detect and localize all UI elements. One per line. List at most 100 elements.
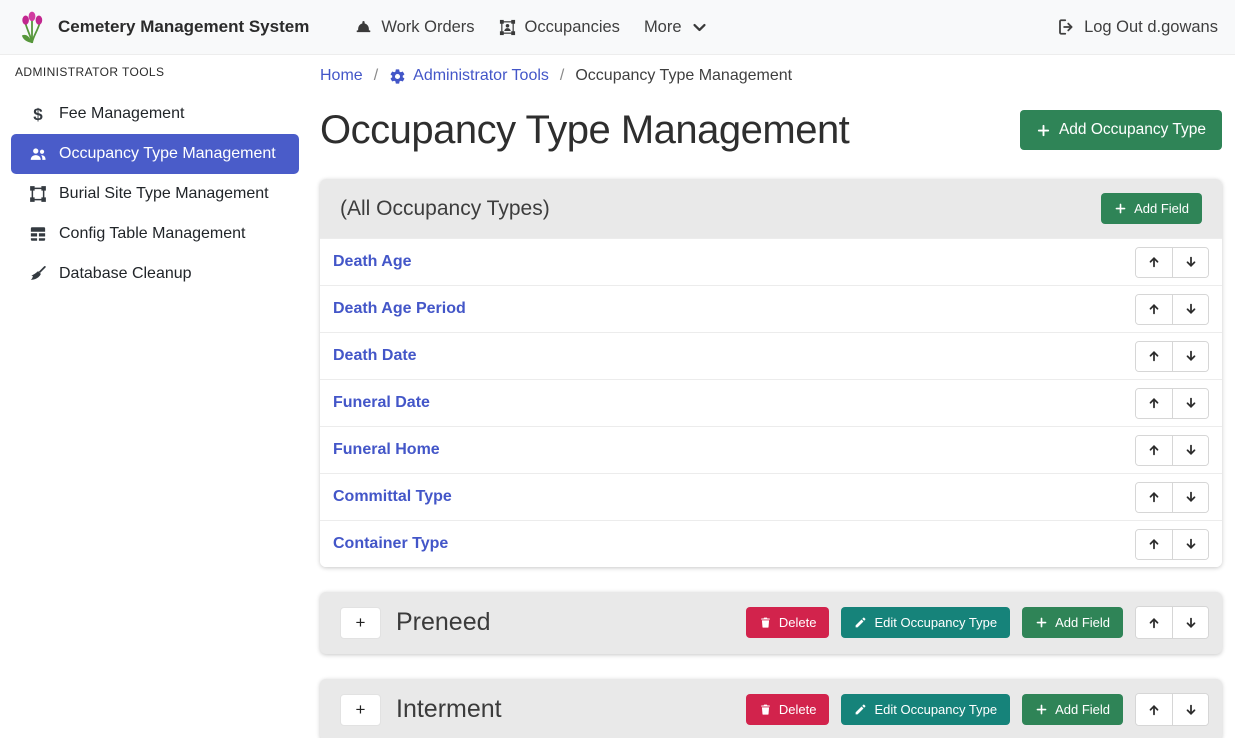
- move-down-button[interactable]: [1172, 342, 1208, 371]
- move-up-button[interactable]: [1136, 295, 1172, 324]
- sidebar-item-label: Database Cleanup: [59, 265, 192, 283]
- section-actions: Delete Edit Occupancy Type Add Field: [746, 693, 1209, 726]
- nav-item-occupancies[interactable]: Occupancies: [499, 18, 620, 37]
- sidebar-item-label: Config Table Management: [59, 225, 246, 243]
- arrow-up-icon: [1147, 490, 1161, 504]
- tulips-logo-icon: [17, 10, 47, 44]
- sidebar-item-occupancy-type-management[interactable]: Occupancy Type Management: [11, 134, 299, 174]
- chevron-down-icon: [691, 19, 708, 36]
- page-header: Occupancy Type Management Add Occupancy …: [320, 103, 1222, 157]
- reorder-buttons: [1135, 247, 1209, 278]
- move-up-button[interactable]: [1136, 483, 1172, 512]
- sign-out-icon: [1057, 18, 1075, 36]
- section-actions: Delete Edit Occupancy Type Add Field: [746, 606, 1209, 639]
- arrow-down-icon: [1184, 703, 1198, 717]
- sidebar-item-label: Fee Management: [59, 105, 184, 123]
- move-down-button[interactable]: [1172, 607, 1208, 638]
- move-up-button[interactable]: [1136, 436, 1172, 465]
- field-link[interactable]: Container Type: [333, 535, 448, 553]
- move-down-button[interactable]: [1172, 389, 1208, 418]
- top-navbar: Cemetery Management System Work Orders Oc…: [0, 0, 1235, 55]
- all-occupancy-types-card: (All Occupancy Types) Add Field Death Ag…: [320, 179, 1222, 567]
- field-row-container-type: Container Type: [320, 520, 1222, 567]
- dollar-icon: $: [27, 105, 49, 123]
- field-link[interactable]: Funeral Date: [333, 394, 430, 412]
- move-up-button[interactable]: [1136, 248, 1172, 277]
- arrow-down-icon: [1184, 537, 1198, 551]
- card-title: (All Occupancy Types): [340, 194, 550, 223]
- field-link[interactable]: Death Age Period: [333, 300, 466, 318]
- nav-item-more[interactable]: More: [644, 18, 708, 37]
- plus-icon: [1036, 123, 1051, 138]
- plus-icon: [1114, 202, 1127, 215]
- logout-button[interactable]: Log Out d.gowans: [1057, 18, 1218, 37]
- move-up-button[interactable]: [1136, 694, 1172, 725]
- logout-label: Log Out d.gowans: [1084, 18, 1218, 37]
- arrow-down-icon: [1184, 443, 1198, 457]
- main-content: Home / Administrator Tools / Occupancy Type …: [320, 55, 1222, 738]
- reorder-buttons: [1135, 606, 1209, 639]
- arrow-down-icon: [1184, 255, 1198, 269]
- arrow-up-icon: [1147, 255, 1161, 269]
- expand-button[interactable]: +: [340, 607, 381, 639]
- move-down-button[interactable]: [1172, 483, 1208, 512]
- field-link[interactable]: Committal Type: [333, 488, 452, 506]
- arrow-down-icon: [1184, 349, 1198, 363]
- pencil-icon: [854, 616, 867, 629]
- plus-icon: [1035, 616, 1048, 629]
- trash-icon: [759, 703, 772, 716]
- sidebar-item-burial-site-type-management[interactable]: Burial Site Type Management: [11, 174, 299, 214]
- sidebar-item-config-table-management[interactable]: Config Table Management: [11, 214, 299, 254]
- expand-button[interactable]: +: [340, 694, 381, 726]
- sidebar-item-database-cleanup[interactable]: Database Cleanup: [11, 254, 299, 294]
- nav-item-work-orders[interactable]: Work Orders: [355, 18, 474, 37]
- arrow-down-icon: [1184, 396, 1198, 410]
- move-down-button[interactable]: [1172, 530, 1208, 559]
- breadcrumb-home[interactable]: Home: [320, 63, 363, 89]
- add-occupancy-type-label: Add Occupancy Type: [1059, 121, 1206, 139]
- edit-occupancy-type-button[interactable]: Edit Occupancy Type: [841, 694, 1010, 725]
- delete-button[interactable]: Delete: [746, 694, 830, 725]
- field-link[interactable]: Funeral Home: [333, 441, 440, 459]
- breadcrumb-administrator-tools[interactable]: Administrator Tools: [389, 63, 549, 89]
- sidebar-menu: $ Fee Management Occupancy Type Management…: [11, 94, 299, 294]
- breadcrumb-separator: /: [560, 63, 564, 89]
- gear-icon: [389, 68, 406, 85]
- add-field-button[interactable]: Add Field: [1101, 193, 1202, 224]
- sidebar-item-fee-management[interactable]: $ Fee Management: [11, 94, 299, 134]
- edit-occupancy-type-button[interactable]: Edit Occupancy Type: [841, 607, 1010, 638]
- plus-icon: [1035, 703, 1048, 716]
- field-link[interactable]: Death Age: [333, 253, 412, 271]
- move-up-button[interactable]: [1136, 530, 1172, 559]
- field-list: Death Age Death Age Period Death Date Fu…: [320, 238, 1222, 567]
- section-title: Preneed: [396, 608, 491, 637]
- move-up-button[interactable]: [1136, 607, 1172, 638]
- app-brand[interactable]: Cemetery Management System: [17, 10, 309, 44]
- add-field-label: Add Field: [1134, 201, 1189, 216]
- move-up-button[interactable]: [1136, 389, 1172, 418]
- move-down-button[interactable]: [1172, 248, 1208, 277]
- field-row-death-age-period: Death Age Period: [320, 285, 1222, 332]
- delete-button[interactable]: Delete: [746, 607, 830, 638]
- move-down-button[interactable]: [1172, 694, 1208, 725]
- field-link[interactable]: Death Date: [333, 347, 417, 365]
- sidebar: ADMINISTRATOR TOOLS $Fee ManagementOccup…: [0, 55, 310, 294]
- breadcrumb-occupancy-type-management: Occupancy Type Management: [575, 63, 792, 89]
- occupancy-type-section-preneed: + Preneed Delete Edit Occupancy Type Add…: [320, 592, 1222, 654]
- move-up-button[interactable]: [1136, 342, 1172, 371]
- move-down-button[interactable]: [1172, 295, 1208, 324]
- reorder-buttons: [1135, 529, 1209, 560]
- nav-item-label: Occupancies: [525, 18, 620, 37]
- breadcrumb-separator: /: [374, 63, 378, 89]
- move-down-button[interactable]: [1172, 436, 1208, 465]
- field-row-death-date: Death Date: [320, 332, 1222, 379]
- arrow-up-icon: [1147, 349, 1161, 363]
- reorder-buttons: [1135, 693, 1209, 726]
- add-occupancy-type-button[interactable]: Add Occupancy Type: [1020, 110, 1222, 150]
- add-field-button[interactable]: Add Field: [1022, 694, 1123, 725]
- sidebar-item-label: Burial Site Type Management: [59, 185, 269, 203]
- arrow-up-icon: [1147, 616, 1161, 630]
- app-title: Cemetery Management System: [58, 17, 309, 37]
- add-field-button[interactable]: Add Field: [1022, 607, 1123, 638]
- field-row-death-age: Death Age: [320, 238, 1222, 285]
